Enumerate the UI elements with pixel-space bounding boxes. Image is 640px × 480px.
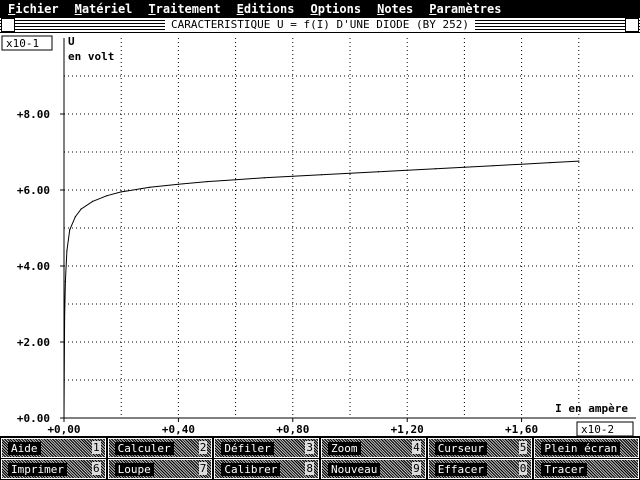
data-point xyxy=(69,229,71,231)
function-button-calculer[interactable]: Calculer 2 xyxy=(107,438,213,458)
data-point xyxy=(320,174,322,176)
data-point xyxy=(463,166,465,168)
function-button-label: Tracer xyxy=(541,462,588,476)
menu-item-matriel[interactable]: Matériel xyxy=(75,2,133,16)
menu-item-fichier[interactable]: Fichier xyxy=(8,2,59,16)
data-point xyxy=(263,177,265,179)
data-point xyxy=(492,165,494,167)
data-point xyxy=(64,280,67,282)
function-key-hint: 8 xyxy=(305,462,315,475)
function-button-label: Imprimer xyxy=(8,462,67,476)
x-tick-label: +0,80 xyxy=(276,423,309,436)
button-row-2: Imprimer 6 Loupe 7 Calibrer 8 Nouveau 9 Effacer 0… xyxy=(0,458,640,480)
data-point xyxy=(106,195,108,197)
function-key-hint: 7 xyxy=(198,462,208,475)
y-tick-label: +2.00 xyxy=(17,336,50,349)
x-axis-title: I en ampère xyxy=(555,402,628,415)
function-button-label: Calculer xyxy=(114,441,174,455)
button-row-1: Aide 1 Calculer 2 Défiler 3 Zoom 4 Curseur 5 Plein… xyxy=(0,437,640,459)
function-button-label: Effacer xyxy=(434,462,488,476)
data-point xyxy=(406,169,408,171)
chart-svg[interactable]: +0.00 +2.00 +4.00 +6.00 +8.00 +0,00 +0,40 +0,80… xyxy=(0,33,640,437)
function-button-pleincran[interactable]: Plein écran xyxy=(534,438,640,458)
menu-item-options[interactable]: Options xyxy=(310,2,361,16)
y-tick-label: +6.00 xyxy=(17,184,50,197)
function-button-nouveau[interactable]: Nouveau 9 xyxy=(321,459,426,479)
data-point xyxy=(74,216,77,218)
function-key-hint: 1 xyxy=(92,441,101,454)
function-button-tracer[interactable]: Tracer xyxy=(534,459,640,479)
function-key-hint: 2 xyxy=(198,441,208,454)
function-key-hint: 5 xyxy=(518,441,528,454)
data-point xyxy=(578,160,580,162)
x-tick-label: +1,20 xyxy=(391,423,424,436)
data-point xyxy=(549,162,551,164)
data-point xyxy=(521,163,523,165)
function-key-hint: 6 xyxy=(92,462,101,475)
y-axis-title: U xyxy=(68,35,75,48)
function-button-calibrer[interactable]: Calibrer 8 xyxy=(214,459,320,479)
menu-bar: Fichier Matériel Traitement Editions Options… xyxy=(0,0,640,17)
function-key-hint: 9 xyxy=(412,462,421,475)
function-button-label: Loupe xyxy=(114,462,154,476)
function-button-curseur[interactable]: Curseur 5 xyxy=(427,438,533,458)
menu-item-notes[interactable]: Notes xyxy=(377,2,413,16)
x-tick-label: +0,40 xyxy=(162,423,195,436)
function-button-label: Plein écran xyxy=(541,441,621,455)
function-button-label: Zoom xyxy=(328,441,361,455)
window-close-button[interactable] xyxy=(1,18,15,32)
y-axis-unit: en volt xyxy=(68,50,114,63)
y-tick-label: +0.00 xyxy=(17,412,50,425)
window-maximize-button[interactable] xyxy=(625,18,639,32)
function-button-zoom[interactable]: Zoom 4 xyxy=(321,438,426,458)
y-tick-label: +8.00 xyxy=(17,108,50,121)
function-button-label: Défiler xyxy=(221,441,274,455)
y-tick-label: +4.00 xyxy=(17,260,50,273)
data-point xyxy=(149,186,151,188)
menu-item-paramtres[interactable]: Paramètres xyxy=(429,2,501,16)
x-tick-label: +0,00 xyxy=(47,423,80,436)
function-button-label: Curseur xyxy=(434,441,488,455)
menu-item-traitement[interactable]: Traitement xyxy=(148,2,220,16)
data-point xyxy=(80,208,82,210)
window-title: CARACTERISTIQUE U = f(I) D'UNE DIODE (BY… xyxy=(164,18,476,32)
data-point xyxy=(120,191,122,193)
y-scale-label: x10-1 xyxy=(6,37,39,50)
function-button-aide[interactable]: Aide 1 xyxy=(1,438,106,458)
function-button-label: Calibrer xyxy=(221,462,281,476)
data-point xyxy=(63,318,66,320)
data-point xyxy=(206,181,208,183)
data-point xyxy=(378,171,380,173)
window-title-bar: CARACTERISTIQUE U = f(I) D'UNE DIODE (BY… xyxy=(0,17,640,33)
data-point xyxy=(235,179,237,181)
function-button-label: Nouveau xyxy=(328,462,381,476)
data-point xyxy=(435,168,437,170)
data-point xyxy=(292,175,294,177)
plot-area[interactable]: +0.00 +2.00 +4.00 +6.00 +8.00 +0,00 +0,40 +0,80… xyxy=(0,33,640,437)
data-point xyxy=(92,200,94,202)
menu-item-editions[interactable]: Editions xyxy=(237,2,295,16)
function-key-hint: 3 xyxy=(305,441,315,454)
data-point xyxy=(63,417,65,419)
function-button-label: Aide xyxy=(8,441,41,455)
function-button-imprimer[interactable]: Imprimer 6 xyxy=(1,459,106,479)
data-line-series xyxy=(63,160,579,419)
x-scale-label: x10-2 xyxy=(581,423,614,436)
data-point xyxy=(66,250,68,252)
x-tick-label: +1,60 xyxy=(505,423,538,436)
function-key-hint: 4 xyxy=(412,441,421,454)
function-button-loupe[interactable]: Loupe 7 xyxy=(107,459,213,479)
function-button-dfiler[interactable]: Défiler 3 xyxy=(214,438,320,458)
function-button-effacer[interactable]: Effacer 0 xyxy=(427,459,533,479)
function-key-hint: 0 xyxy=(518,462,528,475)
data-point xyxy=(349,172,351,174)
data-point xyxy=(177,183,179,185)
